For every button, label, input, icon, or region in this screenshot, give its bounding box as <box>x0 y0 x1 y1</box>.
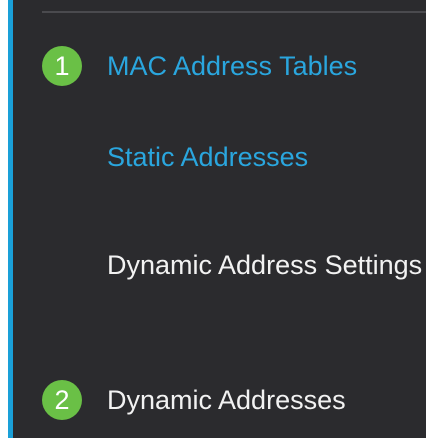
nav-item-dynamic-address-settings[interactable]: Dynamic Address Settings <box>107 246 422 284</box>
nav-item-static-addresses[interactable]: Static Addresses <box>107 139 308 175</box>
selection-accent-bar <box>8 0 13 438</box>
nav-item-label-line-1: Dynamic Address <box>107 250 318 280</box>
nav-item-dynamic-addresses[interactable]: 2 Dynamic Addresses <box>42 380 346 420</box>
nav-item-mac-address-tables[interactable]: 1 MAC Address Tables <box>42 46 357 86</box>
nav-item-label: Dynamic Addresses <box>107 385 346 415</box>
screenshot-frame: 1 MAC Address Tables Static Addresses Dy… <box>0 0 426 438</box>
nav-item-label: MAC Address Tables <box>107 51 358 81</box>
nav-item-label-line-2: Settings <box>324 250 423 280</box>
section-divider <box>42 11 426 13</box>
step-badge-1: 1 <box>42 46 82 86</box>
step-badge-2: 2 <box>42 380 82 420</box>
nav-item-label: Static Addresses <box>107 142 309 172</box>
